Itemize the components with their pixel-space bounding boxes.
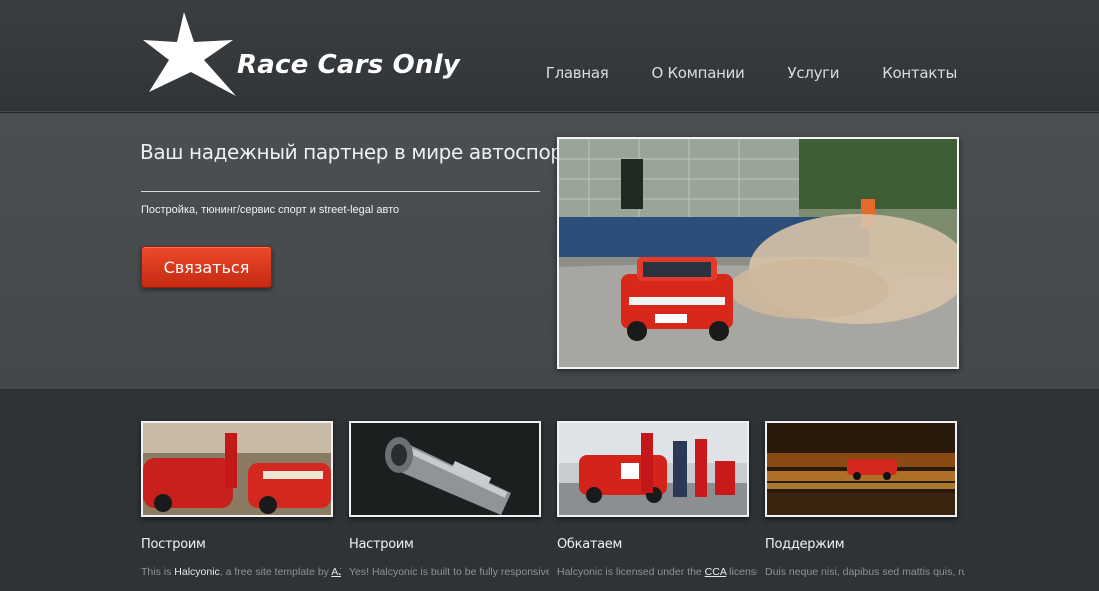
feature-text-support: Duis neque nisi, dapibus sed mattis quis… [765, 566, 965, 578]
site-header: Race Cars Only Главная О Компании Услуги… [0, 0, 1099, 113]
hero-divider [141, 191, 540, 192]
feature-text-build: This is Halcyonic, a free site template … [141, 564, 341, 581]
feature-image-team [557, 421, 749, 517]
feature-card-support: Поддержим Duis neque nisi, dapibus sed m… [765, 421, 965, 581]
hero-section: Ваш надежный партнер в мире автоспорта. … [0, 113, 1099, 390]
feature-title-test: Обкатаем [557, 537, 623, 552]
feature-text-test: Halcyonic is licensed under the CCA lice… [557, 566, 757, 578]
feature-title-tune: Настроим [349, 537, 414, 552]
nav-item-services[interactable]: Услуги [788, 64, 840, 82]
site-logo[interactable]: Race Cars Only [141, 12, 471, 98]
features-section: Построим This is Halcyonic, a free site … [0, 390, 1099, 591]
logo-text: Race Cars Only [237, 50, 460, 80]
contact-button[interactable]: Связаться [141, 246, 272, 288]
feature-card-tune: Настроим Yes! Halcyonic is built to be f… [349, 421, 549, 581]
feature-image-exhaust [349, 421, 541, 517]
hero-tagline: Ваш надежный партнер в мире автоспорта. [140, 140, 592, 164]
feature-title-support: Поддержим [765, 537, 845, 552]
feature-card-build: Построим This is Halcyonic, a free site … [141, 421, 341, 581]
license-link[interactable]: CCA [705, 566, 727, 578]
nav-item-about[interactable]: О Компании [651, 64, 744, 82]
feature-text-tune: Yes! Halcyonic is built to be fully resp… [349, 566, 549, 578]
author-link[interactable]: AJ [331, 566, 341, 578]
hero-subtext: Постройка, тюнинг/сервис спорт и street-… [141, 204, 400, 216]
feature-image-garage [141, 421, 333, 517]
hero-race-car-image [557, 137, 959, 369]
feature-title-build: Построим [141, 537, 206, 552]
feature-image-night-race [765, 421, 957, 517]
feature-card-test: Обкатаем Halcyonic is licensed under the… [557, 421, 757, 581]
star-icon [143, 12, 236, 96]
main-nav: Главная О Компании Услуги Контакты [546, 64, 958, 82]
nav-item-home[interactable]: Главная [546, 64, 609, 82]
nav-item-contacts[interactable]: Контакты [882, 64, 957, 82]
